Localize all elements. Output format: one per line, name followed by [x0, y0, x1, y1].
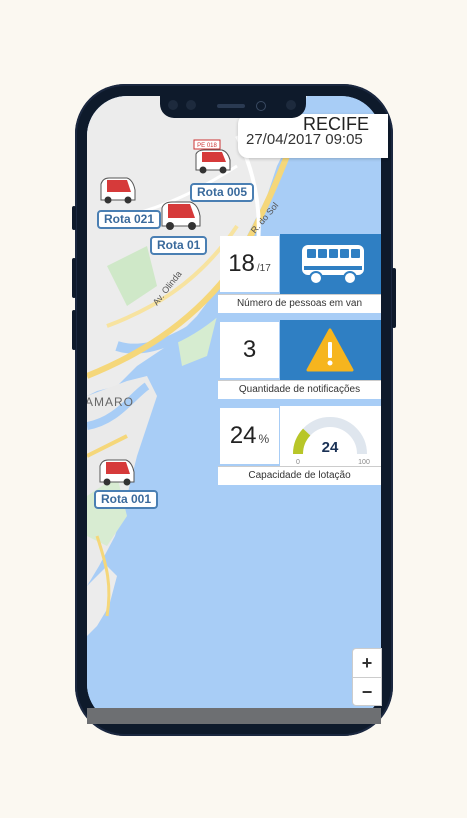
- phone-side-button: [72, 310, 76, 350]
- notifications-caption: Quantidade de notificações: [218, 380, 381, 399]
- van-marker[interactable]: [96, 452, 136, 488]
- capacity-caption: Capacidade de lotação: [218, 466, 381, 485]
- gauge-max: 100: [358, 459, 370, 466]
- people-caption: Número de pessoas em van: [218, 294, 381, 313]
- route-label-01[interactable]: Rota 01: [150, 236, 208, 255]
- stat-value-box: 3: [220, 322, 279, 378]
- zoom-out-button[interactable]: −: [353, 678, 381, 706]
- zoom-control: + −: [352, 648, 382, 706]
- capacity-unit: %: [258, 432, 270, 446]
- gauge-value: 24: [322, 439, 339, 456]
- people-total: /17: [256, 262, 271, 274]
- route-label-001[interactable]: Rota 001: [94, 490, 159, 509]
- zoom-in-button[interactable]: +: [353, 649, 381, 678]
- bus-icon: [302, 245, 364, 285]
- van-plate: PE 018: [197, 143, 217, 149]
- route-label-005[interactable]: Rota 005: [190, 183, 255, 202]
- phone-side-button: [72, 258, 76, 298]
- stat-icon-panel: [280, 234, 381, 294]
- route-label-021[interactable]: Rota 021: [97, 210, 162, 229]
- stat-card-people[interactable]: 18 /17 Número de pessoas em van: [218, 234, 381, 314]
- header-datetime: 27/04/2017 09:05: [246, 131, 363, 148]
- phone-power-button: [392, 268, 396, 328]
- phone-notch: [160, 94, 306, 118]
- stat-card-notifications[interactable]: 3 Quantidade de notificações: [218, 320, 381, 400]
- bottom-bar: [87, 708, 381, 724]
- stat-value-box: 18 /17: [220, 236, 279, 292]
- notifications-count: 3: [242, 336, 257, 363]
- stat-icon-panel: [280, 320, 381, 380]
- capacity-percent: 24: [229, 422, 257, 449]
- phone-side-button: [72, 206, 76, 230]
- van-marker[interactable]: PE 018: [192, 138, 232, 176]
- stat-icon-panel: 24 0 100: [280, 406, 381, 466]
- stat-card-capacity[interactable]: 24 0 100 24 % Capacidade de lotação: [218, 406, 381, 486]
- people-count: 18: [228, 250, 255, 277]
- warning-icon: [306, 328, 354, 372]
- van-marker[interactable]: [97, 170, 137, 206]
- neighborhood-label: AMARO: [87, 395, 134, 409]
- gauge-icon: 24 0 100: [293, 417, 370, 466]
- stat-value-box: 24 %: [220, 408, 279, 464]
- gauge-min: 0: [296, 459, 300, 466]
